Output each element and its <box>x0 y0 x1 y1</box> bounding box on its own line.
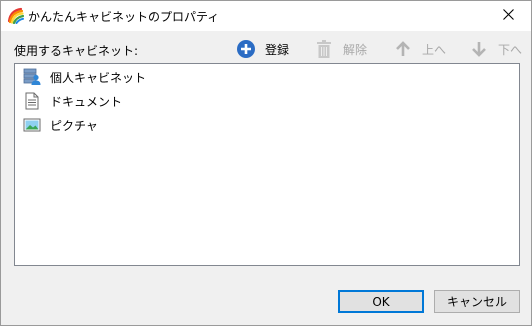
arrow-down-icon <box>469 39 489 59</box>
cancel-button[interactable]: キャンセル <box>434 290 520 313</box>
list-item-personal-cabinet[interactable]: 個人キャビネット <box>23 67 146 87</box>
rainbow-pencils-icon <box>7 7 25 25</box>
list-item-label: ドキュメント <box>50 94 123 109</box>
plus-circle-icon <box>236 39 256 59</box>
document-icon <box>23 92 41 110</box>
ok-button[interactable]: OK <box>338 290 424 313</box>
trash-icon <box>314 39 334 59</box>
picture-icon <box>23 116 41 134</box>
close-icon <box>502 9 514 23</box>
list-item-label: 個人キャビネット <box>50 70 147 85</box>
move-down-button[interactable]: 下へ <box>469 37 522 61</box>
move-up-button[interactable]: 上へ <box>393 37 446 61</box>
cabinet-list[interactable]: 個人キャビネット ドキュメント ピクチャ <box>14 63 520 266</box>
cabinets-label: 使用するキャビネット: <box>14 44 139 58</box>
properties-dialog: かんたんキャビネットのプロパティ 使用するキャビネット: 登録 解除 上へ 下へ… <box>0 0 532 326</box>
register-label: 登録 <box>265 42 290 57</box>
remove-label: 解除 <box>343 42 368 57</box>
dialog-title: かんたんキャビネットのプロパティ <box>28 10 220 24</box>
list-item-label: ピクチャ <box>50 118 98 133</box>
list-item-documents[interactable]: ドキュメント <box>23 91 122 111</box>
register-button[interactable]: 登録 <box>236 37 289 61</box>
move-down-label: 下へ <box>498 42 523 57</box>
list-item-pictures[interactable]: ピクチャ <box>23 115 98 135</box>
close-button[interactable] <box>485 1 531 31</box>
personal-cabinet-icon <box>23 68 41 86</box>
remove-button[interactable]: 解除 <box>314 37 367 61</box>
title-bar: かんたんキャビネットのプロパティ <box>1 1 531 31</box>
arrow-up-icon <box>393 39 413 59</box>
move-up-label: 上へ <box>422 42 447 57</box>
